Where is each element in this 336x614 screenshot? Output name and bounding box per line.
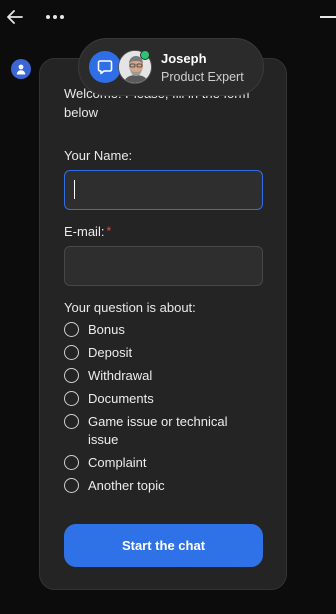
topic-option-label: Another topic	[88, 478, 165, 493]
email-field[interactable]	[64, 246, 263, 286]
radio-button[interactable]	[64, 368, 79, 383]
agent-role: Product Expert	[161, 70, 244, 84]
more-options-button[interactable]	[42, 6, 68, 28]
online-status-indicator	[140, 50, 150, 60]
name-label: Your Name:	[64, 148, 133, 163]
topic-option-label: Documents	[88, 391, 154, 406]
radio-button[interactable]	[64, 455, 79, 470]
topic-option-label: Deposit	[88, 345, 133, 360]
topic-option-deposit[interactable]: Deposit	[64, 344, 269, 362]
required-marker: *	[106, 224, 112, 238]
topic-option-documents[interactable]: Documents	[64, 390, 269, 408]
topic-option-game-issue[interactable]: Game issue or technical issue	[64, 413, 269, 449]
name-field[interactable]	[64, 170, 263, 210]
chat-widget: Joseph Product Expert Welcome! Please, f…	[0, 0, 336, 614]
radio-button[interactable]	[64, 345, 79, 360]
radio-button[interactable]	[64, 478, 79, 493]
topic-option-label: Game issue or technical issue	[88, 414, 228, 447]
back-button[interactable]	[4, 6, 26, 28]
topic-option-label: Complaint	[88, 455, 147, 470]
email-label-text: E-mail:	[64, 224, 105, 239]
arrow-left-icon	[7, 10, 23, 24]
radio-button[interactable]	[64, 391, 79, 406]
agent-name: Joseph	[161, 51, 207, 66]
radio-button[interactable]	[64, 322, 79, 337]
topic-label: Your question is about:	[64, 300, 196, 315]
chat-bubble-icon	[89, 51, 121, 83]
topic-option-label: Withdrawal	[88, 368, 153, 383]
topic-option-another-topic[interactable]: Another topic	[64, 477, 269, 495]
topic-option-bonus[interactable]: Bonus	[64, 321, 269, 339]
topic-option-complaint[interactable]: Complaint	[64, 454, 269, 472]
topic-option-withdrawal[interactable]: Withdrawal	[64, 367, 269, 385]
email-label: E-mail: *	[64, 224, 111, 239]
start-chat-button[interactable]: Start the chat	[64, 524, 263, 567]
topic-radio-group: Bonus Deposit Withdrawal Documents Game …	[64, 321, 269, 500]
agent-header: Joseph Product Expert	[78, 38, 264, 96]
top-bar	[0, 0, 336, 34]
user-avatar-icon	[11, 59, 31, 79]
minimize-button[interactable]	[320, 16, 336, 18]
more-horizontal-icon	[46, 15, 50, 19]
radio-button[interactable]	[64, 414, 79, 429]
text-cursor	[74, 180, 75, 199]
topic-option-label: Bonus	[88, 322, 125, 337]
